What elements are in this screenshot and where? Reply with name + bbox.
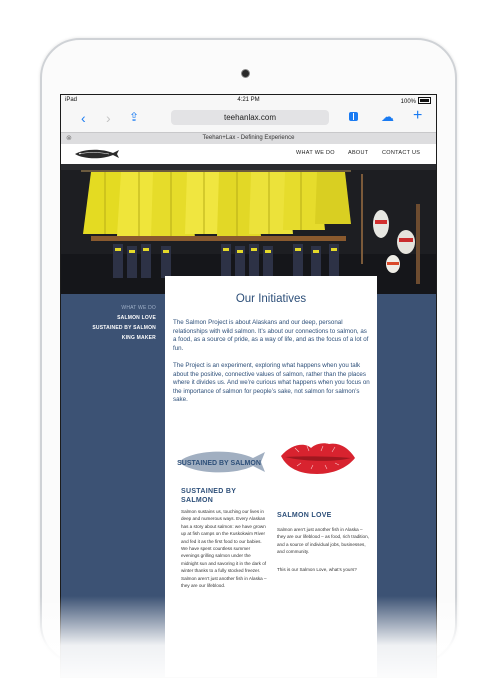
salmon-logo-icon[interactable]: [73, 148, 121, 160]
nav-what-we-do[interactable]: WHAT WE DO: [296, 150, 335, 156]
page-title: Our Initiatives: [235, 293, 307, 305]
url-text: teehanlax.com: [223, 113, 277, 122]
site-header: WHAT WE DO ABOUT CONTACT US: [61, 144, 436, 164]
battery-icon: [418, 97, 431, 104]
salmon-love-text: Salmon aren’t just another fish in Alask…: [277, 527, 369, 555]
status-bar: iPad 4:21 PM 100%: [61, 95, 436, 105]
status-time: 4:21 PM: [237, 97, 260, 103]
salmon-love-title: SALMON LOVE: [277, 512, 332, 519]
hero-image: [61, 164, 436, 294]
side-menu-king-maker[interactable]: KING MAKER: [61, 335, 156, 341]
reader-icon[interactable]: [349, 112, 358, 121]
nav-contact-us[interactable]: CONTACT US: [382, 150, 420, 156]
nav-about[interactable]: ABOUT: [348, 150, 368, 156]
new-tab-icon[interactable]: +: [413, 108, 422, 124]
side-menu-what-we-do[interactable]: WHAT WE DO: [61, 305, 156, 311]
address-bar[interactable]: teehanlax.com: [171, 110, 329, 125]
tab-title: Teehan+Lax - Defining Experience: [202, 135, 295, 141]
side-menu-sustained-by-salmon[interactable]: SUSTAINED BY SALMON: [61, 325, 156, 331]
experiment-paragraph: The Project is an experiment, exploring …: [173, 362, 370, 403]
screen: iPad 4:21 PM 100% ‹ › ⇪ teehanlax.com ☁ …: [60, 94, 437, 678]
forward-icon[interactable]: ›: [106, 110, 111, 126]
sustained-title: SUSTAINED BY SALMON: [181, 488, 237, 504]
battery-status: 100%: [401, 97, 431, 105]
sustained-by-salmon-logo-icon: SUSTAINED BY SALMON: [177, 451, 265, 473]
camera-icon: [241, 69, 250, 78]
close-tab-icon[interactable]: ⊗: [66, 133, 72, 144]
salmon-love-text-2: This is our Salmon Love, what’s yours?: [277, 567, 357, 572]
lips-icon: [281, 443, 355, 474]
bottom-fade-overlay: [0, 596, 494, 686]
sustained-text: Salmon sustains us, touching our lives i…: [181, 509, 267, 589]
browser-toolbar: ‹ › ⇪ teehanlax.com ☁ +: [61, 105, 436, 132]
share-icon[interactable]: ⇪: [129, 109, 139, 125]
sustained-logo-text: SUSTAINED BY SALMON: [177, 460, 261, 467]
intro-paragraph: The Salmon Project is about Alaskans and…: [173, 319, 369, 352]
raincoats-photo: [61, 164, 436, 294]
back-icon[interactable]: ‹: [81, 110, 86, 126]
cloud-tabs-icon[interactable]: ☁: [381, 109, 394, 125]
side-menu: WHAT WE DO SALMON LOVE SUSTAINED BY SALM…: [61, 305, 156, 345]
side-menu-salmon-love[interactable]: SALMON LOVE: [61, 315, 156, 321]
